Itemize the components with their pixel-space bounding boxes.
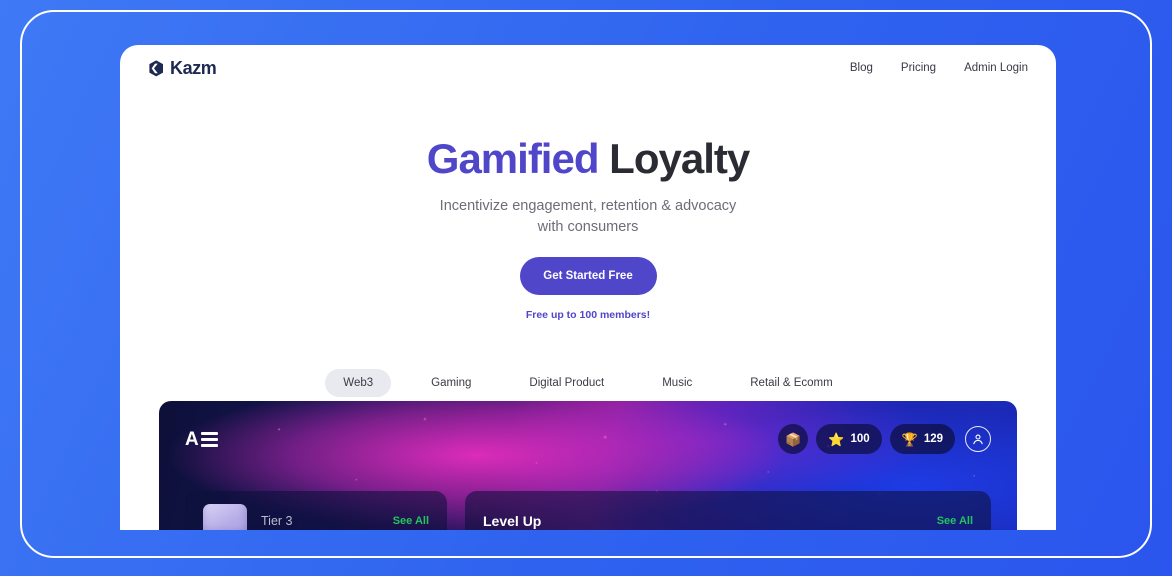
hero-subtitle-line-1: Incentivize engagement, retention & advo… [439, 198, 737, 214]
hero-subtitle: Incentivize engagement, retention & advo… [120, 196, 1056, 237]
level-up-card-see-all-link[interactable]: See All [937, 515, 973, 527]
tier-card[interactable]: Tier 3 See All [185, 491, 447, 530]
mailbox-chip[interactable]: 📦 [778, 424, 809, 454]
hero-title-accent: Gamified [426, 135, 600, 182]
tier-card-see-all-link[interactable]: See All [393, 515, 429, 527]
menu-bars-icon [200, 431, 218, 447]
trophy-value: 129 [923, 433, 943, 445]
tab-retail-ecomm[interactable]: Retail & Ecomm [732, 369, 850, 397]
preview-cards-row: Tier 3 See All Level Up See All [159, 491, 1017, 530]
kazm-hexagon-icon [148, 59, 164, 77]
points-value: 100 [850, 433, 870, 445]
tier-badge-thumbnail [203, 504, 247, 530]
hero-subtitle-line-2: with consumers [537, 218, 639, 235]
app-preview-banner: A 📦 ⭐ 100 🏆 129 Tier 3 See All Level Up … [159, 401, 1017, 530]
level-up-card-title: Level Up [483, 513, 542, 529]
preview-topbar: A 📦 ⭐ 100 🏆 129 [159, 401, 1017, 477]
level-up-card[interactable]: Level Up See All [465, 491, 991, 530]
nav-link-admin-login[interactable]: Admin Login [964, 62, 1028, 74]
brand-logo[interactable]: Kazm [148, 57, 217, 79]
preview-app-logo[interactable]: A [185, 430, 218, 449]
hero-section: Gamified Loyalty Incentivize engagement,… [120, 91, 1056, 322]
preview-app-logo-letter: A [185, 428, 199, 450]
mailbox-icon: 📦 [785, 431, 802, 447]
nav-link-pricing[interactable]: Pricing [901, 62, 936, 74]
hero-title-rest: Loyalty [598, 135, 750, 182]
free-members-note-link[interactable]: Free up to 100 members! [120, 309, 1056, 321]
page-title: Gamified Loyalty [120, 138, 1056, 180]
tab-gaming[interactable]: Gaming [413, 369, 489, 397]
tier-card-title: Tier 3 [261, 514, 293, 528]
page-card: Kazm Blog Pricing Admin Login Gamified L… [120, 45, 1056, 530]
tab-digital-product[interactable]: Digital Product [511, 369, 622, 397]
tab-music[interactable]: Music [644, 369, 710, 397]
trophy-chip[interactable]: 🏆 129 [889, 424, 955, 454]
preview-stat-chips: 📦 ⭐ 100 🏆 129 [778, 424, 991, 454]
brand-name: Kazm [170, 57, 217, 78]
category-tabs: Web3 Gaming Digital Product Music Retail… [120, 369, 1056, 398]
tab-web3[interactable]: Web3 [325, 369, 392, 398]
trophy-icon: 🏆 [901, 431, 918, 447]
star-icon: ⭐ [828, 431, 845, 447]
get-started-free-button[interactable]: Get Started Free [519, 257, 657, 296]
nav-link-blog[interactable]: Blog [850, 62, 873, 74]
top-navbar: Kazm Blog Pricing Admin Login [120, 45, 1056, 91]
points-chip[interactable]: ⭐ 100 [816, 424, 882, 454]
user-avatar-icon[interactable] [965, 426, 991, 452]
nav-links: Blog Pricing Admin Login [850, 62, 1028, 74]
cta-group: Get Started Free Free up to 100 members! [120, 257, 1056, 321]
